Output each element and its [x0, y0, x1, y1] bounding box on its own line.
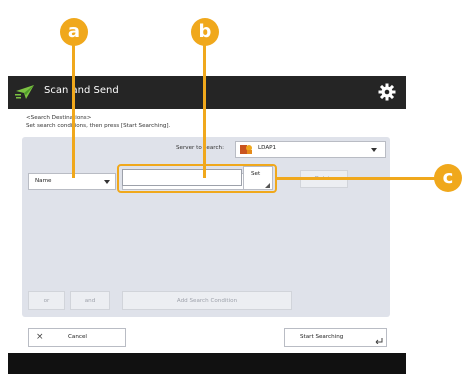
app-title: Scan and Send — [44, 85, 119, 96]
callout-c-leader — [277, 177, 435, 180]
chevron-down-icon — [104, 180, 110, 184]
callout-b: b — [191, 18, 219, 46]
callout-a: a — [60, 18, 88, 46]
instructions-text: Set search conditions, then press [Start… — [26, 123, 171, 129]
enter-icon — [375, 338, 383, 344]
server-label: Server to search: — [176, 145, 224, 151]
instructions: <Search Destinations> Set search conditi… — [26, 114, 170, 130]
ldap-server-icon — [240, 145, 252, 154]
or-button[interactable]: or — [28, 291, 65, 310]
start-searching-label: Start Searching — [300, 334, 344, 340]
bottom-bar — [8, 353, 406, 374]
server-value: LDAP1 — [258, 145, 277, 151]
callout-c: c — [434, 164, 462, 192]
instructions-heading: <Search Destinations> — [26, 115, 92, 121]
and-button[interactable]: and — [70, 291, 110, 310]
attribute-value: Name — [35, 178, 52, 184]
gear-icon[interactable] — [378, 83, 396, 101]
add-search-condition-button[interactable]: Add Search Condition — [122, 291, 292, 310]
close-icon: × — [36, 332, 44, 342]
chevron-down-icon — [371, 148, 377, 152]
cancel-label: Cancel — [68, 334, 87, 340]
callout-a-leader — [72, 40, 75, 178]
scan-send-icon — [15, 85, 34, 99]
callout-b-leader — [203, 40, 206, 178]
callout-c-highlight — [117, 164, 277, 193]
